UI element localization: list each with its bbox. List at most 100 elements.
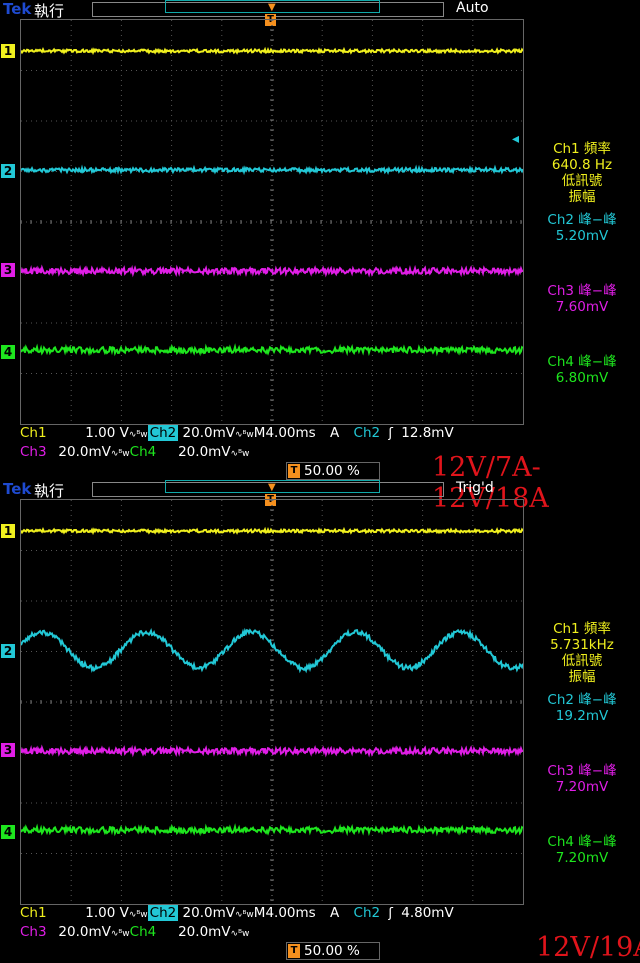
ch2-bw-icon: ∿ᴮw (235, 430, 254, 440)
waveform-plot (21, 20, 523, 424)
ch4-measurement: Ch4 峰−峰 7.20mV (526, 834, 638, 866)
brand-logo: Tek (3, 0, 32, 18)
ch1-label: Ch1 (20, 905, 47, 921)
ch2-meas-label: Ch2 峰−峰 (547, 212, 617, 228)
ch1-scale: 1.00 V (85, 425, 129, 441)
trigger-slope-icon: ʃ (388, 905, 393, 921)
trigger-level-marker: ◂ (512, 131, 520, 147)
trigger-state: Trig'd (456, 480, 494, 496)
trigger-top-icon: ▼ (268, 2, 276, 13)
ch4-meas-value: 7.20mV (555, 850, 609, 866)
trigger-top-icon: ▼ (268, 482, 276, 493)
trigger-position: T 50.00 % (286, 942, 380, 960)
ch1-meas-label: Ch1 頻率 (553, 141, 611, 157)
ch1-measurement: Ch1 頻率 5.731kHz 低訊號 振幅 (526, 621, 638, 685)
ch3-meas-value: 7.60mV (555, 299, 609, 315)
ch4-trace (21, 823, 523, 837)
ch4-label: Ch4 (129, 924, 157, 940)
ch4-meas-value: 6.80mV (555, 370, 609, 386)
ch3-label: Ch3 (20, 444, 47, 460)
ch1-meas-value: 5.731kHz (550, 637, 614, 653)
caption: 12V/19A (536, 932, 640, 963)
trigger-level: 12.8mV (401, 425, 454, 441)
ch2-bw-icon: ∿ᴮw (235, 910, 254, 920)
trigger-position-icon: T (288, 944, 300, 958)
run-mode: 執行 (34, 482, 65, 500)
scope-screen-2: Tek 執行 ▼ T Trig'd 1 2 3 4 Ch1 頻率 5.731kH… (0, 480, 640, 963)
ch4-meas-label: Ch4 峰−峰 (547, 834, 617, 850)
ch1-marker: 1 (1, 524, 15, 538)
trigger-source: Ch2 (353, 425, 381, 441)
trigger-source: Ch2 (353, 905, 381, 921)
ch1-meas-note: 低訊號 (561, 173, 603, 189)
ch1-meas-label: Ch1 頻率 (553, 621, 611, 637)
ch4-scale: 20.0mV (178, 444, 231, 460)
trigger-position: T 50.00 % (286, 462, 380, 480)
ch4-marker: 4 (1, 825, 15, 839)
ch1-trace (21, 46, 523, 56)
ch4-trace (21, 343, 523, 357)
ch1-label: Ch1 (20, 425, 47, 441)
ch3-marker: 3 (1, 743, 15, 757)
ch1-meas-note: 低訊號 (561, 653, 603, 669)
scope-screen-1: Tek 執行 ▼ T Auto 1 2 3 4 ◂ Ch1 頻率 640.8 H… (0, 0, 640, 514)
ch3-scale: 20.0mV (58, 924, 111, 940)
trigger-level: 4.80mV (401, 905, 454, 921)
trigger-position-icon: T (288, 464, 300, 478)
settings-row-2: Ch3 20.0mV∿ᴮwCh4 20.0mV∿ᴮw (20, 444, 249, 462)
trigger-mode: A (329, 425, 340, 441)
ch4-label: Ch4 (129, 444, 157, 460)
ch4-scale: 20.0mV (178, 924, 231, 940)
timebase: M4.00ms (253, 425, 316, 441)
settings-row-1: Ch1 1.00 V∿ᴮw Ch2 20.0mV∿ᴮwM4.00ms A Ch2 … (20, 905, 454, 923)
graticule (20, 499, 524, 905)
ch2-meas-value: 5.20mV (555, 228, 609, 244)
ch4-marker: 4 (1, 345, 15, 359)
ch3-meas-label: Ch3 峰−峰 (547, 763, 617, 779)
ch3-measurement: Ch3 峰−峰 7.60mV (526, 283, 638, 315)
settings-row-2: Ch3 20.0mV∿ᴮwCh4 20.0mV∿ᴮw (20, 924, 249, 942)
trigger-slope-icon: ʃ (388, 425, 393, 441)
ch2-label: Ch2 (147, 905, 179, 921)
ch3-trace (21, 264, 523, 278)
ch2-meas-label: Ch2 峰−峰 (547, 692, 617, 708)
ch4-measurement: Ch4 峰−峰 6.80mV (526, 354, 638, 386)
trigger-position-value: 50.00 % (304, 943, 360, 959)
settings-row-1: Ch1 1.00 V∿ᴮw Ch2 20.0mV∿ᴮwM4.00ms A Ch2 … (20, 425, 454, 443)
waveform-plot (21, 500, 523, 904)
ch3-bw-icon: ∿ᴮw (110, 449, 130, 459)
trigger-position-value: 50.00 % (304, 463, 360, 479)
ch3-scale: 20.0mV (58, 444, 111, 460)
ch2-scale: 20.0mV (182, 425, 235, 441)
ch1-bw-icon: ∿ᴮw (128, 430, 148, 440)
ch1-scale: 1.00 V (85, 905, 129, 921)
ch4-meas-label: Ch4 峰−峰 (547, 354, 617, 370)
ch1-meas-value: 640.8 Hz (551, 157, 613, 173)
trigger-mode: A (329, 905, 340, 921)
ch2-marker: 2 (1, 644, 15, 658)
ch3-marker: 3 (1, 263, 15, 277)
ch2-label: Ch2 (147, 425, 179, 441)
ch3-meas-label: Ch3 峰−峰 (547, 283, 617, 299)
brand-logo: Tek (3, 480, 32, 498)
trigger-state: Auto (456, 0, 489, 16)
ch3-trace (21, 744, 523, 758)
ch2-measurement: Ch2 峰−峰 19.2mV (526, 692, 638, 724)
ch1-measurement: Ch1 頻率 640.8 Hz 低訊號 振幅 (526, 141, 638, 205)
ch1-meas-note2: 振幅 (568, 669, 596, 685)
ch1-marker: 1 (1, 44, 15, 58)
ch4-bw-icon: ∿ᴮw (230, 449, 250, 459)
ch1-bw-icon: ∿ᴮw (128, 910, 148, 920)
ch3-bw-icon: ∿ᴮw (110, 929, 130, 939)
ch3-meas-value: 7.20mV (555, 779, 609, 795)
ch1-meas-note2: 振幅 (568, 189, 596, 205)
ch2-measurement: Ch2 峰−峰 5.20mV (526, 212, 638, 244)
ch2-scale: 20.0mV (182, 905, 235, 921)
ch1-trace (21, 526, 523, 536)
timebase: M4.00ms (253, 905, 316, 921)
ch2-marker: 2 (1, 164, 15, 178)
ch2-meas-value: 19.2mV (555, 708, 609, 724)
graticule (20, 19, 524, 425)
ch3-label: Ch3 (20, 924, 47, 940)
ch4-bw-icon: ∿ᴮw (230, 929, 250, 939)
